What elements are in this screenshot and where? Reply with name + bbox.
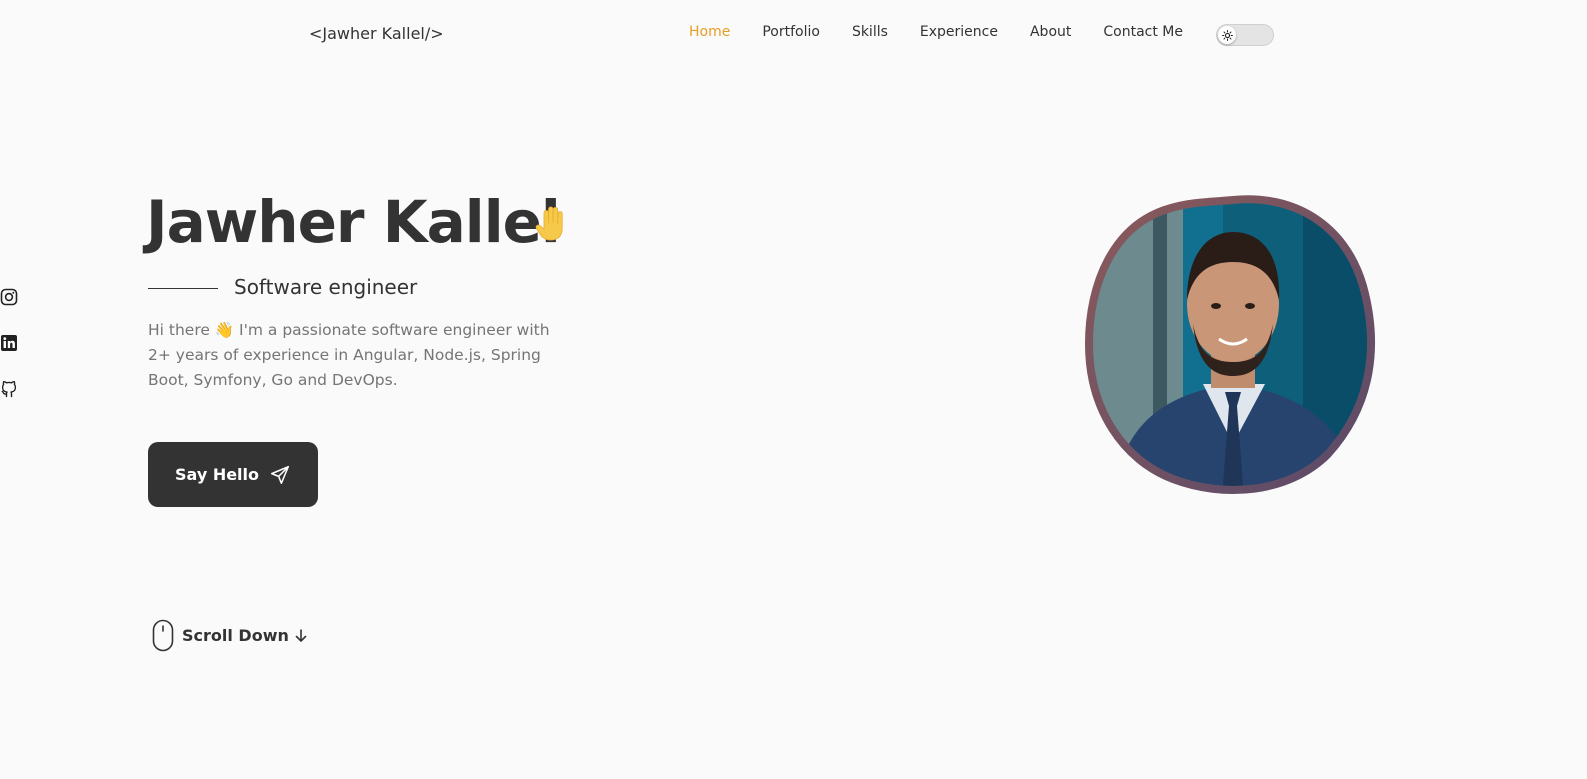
hero-subtitle: Software engineer xyxy=(234,275,418,299)
profile-photo xyxy=(1083,194,1385,496)
instagram-icon[interactable] xyxy=(0,288,20,308)
nav-experience[interactable]: Experience xyxy=(920,24,998,40)
scroll-down-link[interactable]: Scroll Down xyxy=(152,619,307,652)
say-hello-button[interactable]: Say Hello xyxy=(148,442,318,507)
github-icon[interactable] xyxy=(0,380,20,400)
mouse-icon xyxy=(152,619,174,652)
nav-about[interactable]: About xyxy=(1030,24,1071,40)
theme-toggle[interactable] xyxy=(1216,24,1274,46)
waving-hand-icon xyxy=(532,204,572,248)
scroll-down-label: Scroll Down xyxy=(182,626,289,645)
site-logo[interactable]: <Jawher Kallel/> xyxy=(309,24,444,43)
send-icon xyxy=(270,465,290,484)
sun-icon xyxy=(1218,26,1236,44)
hero-description: Hi there 👋 I'm a passionate software eng… xyxy=(148,321,550,389)
hero-name: Jawher Kallel xyxy=(146,188,561,256)
nav-portfolio[interactable]: Portfolio xyxy=(762,24,820,40)
linkedin-icon[interactable] xyxy=(0,334,20,354)
nav-contact-me[interactable]: Contact Me xyxy=(1103,24,1183,40)
main-nav: Home Portfolio Skills Experience About C… xyxy=(689,24,1215,40)
arrow-down-icon xyxy=(295,628,307,642)
nav-home[interactable]: Home xyxy=(689,24,730,40)
subtitle-divider xyxy=(148,288,218,289)
say-hello-label: Say Hello xyxy=(174,465,260,484)
page: <Jawher Kallel/> Home Portfolio Skills E… xyxy=(0,0,1587,779)
nav-skills[interactable]: Skills xyxy=(852,24,888,40)
